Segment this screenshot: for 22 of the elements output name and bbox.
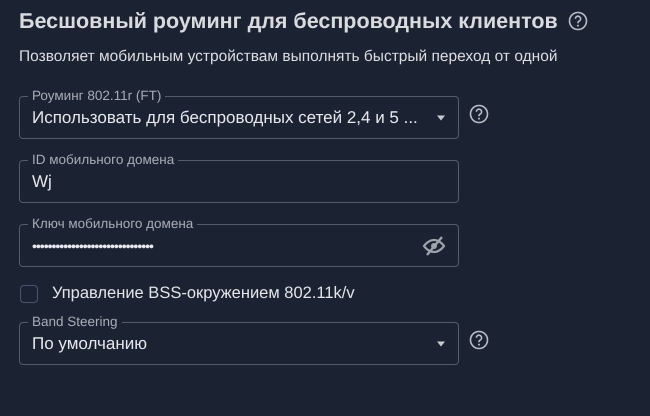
caret-icon: [436, 341, 446, 347]
select-field[interactable]: Band Steering По умолчанию: [19, 314, 459, 365]
help-icon[interactable]: [469, 104, 489, 124]
field-value: По умолчанию: [32, 334, 148, 354]
checkbox[interactable]: [20, 284, 38, 302]
help-icon[interactable]: [469, 330, 489, 350]
section-title: Бесшовный роуминг для беспроводных клиентов: [19, 8, 558, 34]
help-icon[interactable]: [568, 11, 588, 31]
input-field[interactable]: ID мобильного домена Wj: [19, 152, 459, 203]
field-label: ID мобильного домена: [31, 152, 176, 168]
field-label: Роуминг 802.11r (FT): [31, 88, 162, 104]
select-field[interactable]: Роуминг 802.11r (FT) Использовать для беспроводных сетей 2,4 и 5 ...: [19, 88, 459, 139]
section-description: Позволяет мобильным устройствам выполнять быстрый переход от одной: [19, 48, 558, 66]
password-field[interactable]: Ключ мобильного домена •••••••••••••••••••••••••••••••: [19, 216, 459, 267]
eye-slash-icon[interactable]: [422, 234, 446, 258]
caret-icon: [436, 115, 446, 121]
checkbox-label: Управление BSS-окружением 802.11k/v: [52, 284, 355, 303]
field-label: Band Steering: [31, 314, 119, 330]
field-value: Wj: [32, 172, 53, 192]
field-value: Использовать для беспроводных сетей 2,4 и 5 ...: [32, 108, 419, 128]
field-label: Ключ мобильного домена: [31, 216, 194, 232]
field-value: •••••••••••••••••••••••••••••••: [32, 238, 154, 254]
